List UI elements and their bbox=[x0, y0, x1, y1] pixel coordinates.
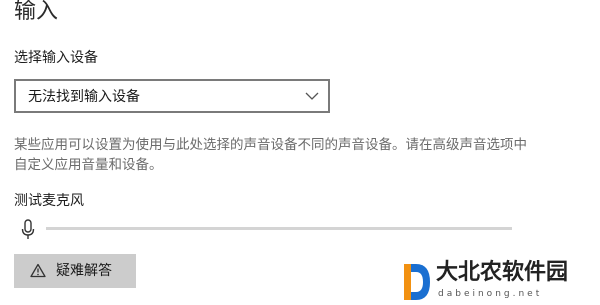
input-device-select[interactable]: 无法找到输入设备 bbox=[14, 79, 330, 113]
section-title: 输入 bbox=[14, 0, 59, 24]
chevron-down-icon bbox=[305, 92, 319, 100]
input-device-label: 选择输入设备 bbox=[14, 50, 98, 66]
microphone-icon bbox=[21, 219, 35, 239]
watermark-title: 大北农软件园 bbox=[436, 260, 569, 285]
troubleshoot-label: 疑难解答 bbox=[56, 263, 112, 279]
sound-input-settings-panel: 输入 选择输入设备 无法找到输入设备 某些应用可以设置为使用与此处选择的声音设备… bbox=[0, 0, 600, 305]
description-text: 某些应用可以设置为使用与此处选择的声音设备不同的声音设备。请在高级声音选项中自定… bbox=[14, 137, 527, 173]
watermark: 大北农软件园 dabeinong.net bbox=[396, 260, 596, 302]
mic-test-label: 测试麦克风 bbox=[14, 193, 84, 209]
troubleshoot-button[interactable]: 疑难解答 bbox=[14, 254, 136, 288]
mic-level-meter bbox=[46, 227, 512, 230]
warning-icon bbox=[30, 263, 46, 278]
logo-icon bbox=[404, 264, 430, 300]
input-device-selected-value: 无法找到输入设备 bbox=[28, 89, 140, 105]
watermark-url: dabeinong.net bbox=[438, 289, 543, 299]
